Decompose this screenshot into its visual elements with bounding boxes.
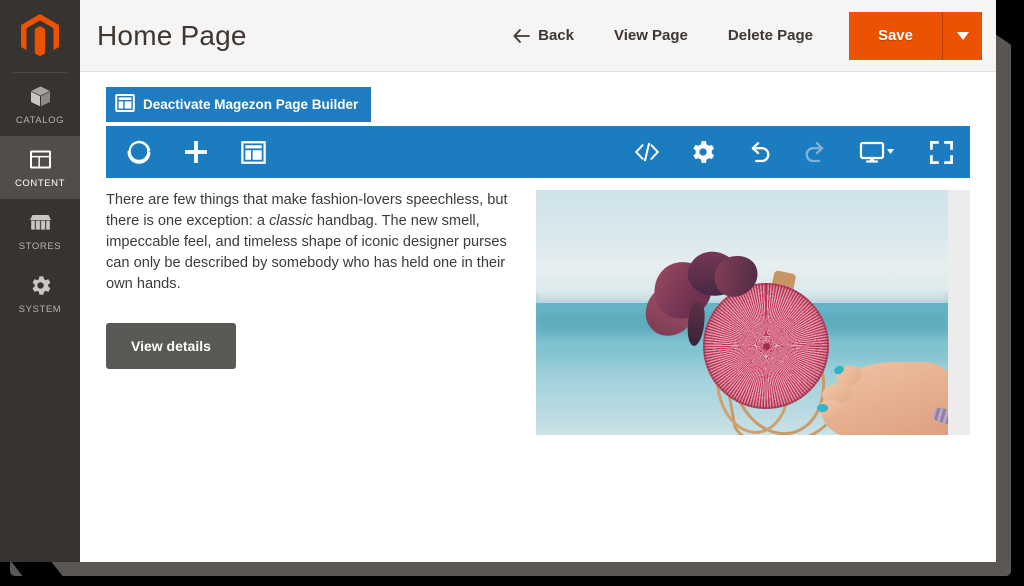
page-header: Home Page Back View Page Delete Page Sav…	[80, 0, 996, 72]
view-page-button[interactable]: View Page	[594, 27, 708, 44]
header-actions: Back View Page Delete Page Save	[493, 0, 996, 71]
sidebar-item-system[interactable]: SYSTEM	[0, 262, 80, 325]
page-title: Home Page	[97, 19, 247, 51]
view-details-label: View details	[131, 338, 211, 354]
back-button-label: Back	[538, 27, 574, 44]
bag-rim	[703, 283, 829, 409]
sidebar-item-content[interactable]: CONTENT	[0, 136, 80, 199]
magezon-logo-icon[interactable]	[124, 137, 154, 167]
admin-sidebar: CATALOG CONTENT STORES SYSTEM	[0, 0, 80, 562]
main-area: Home Page Back View Page Delete Page Sav…	[80, 0, 996, 562]
page-layout-icon	[115, 93, 135, 116]
undo-icon[interactable]	[744, 137, 774, 167]
text-column: There are few things that make fashion-l…	[106, 190, 526, 435]
view-page-label: View Page	[613, 27, 688, 44]
toolbar-left-group	[124, 137, 268, 167]
save-split-button: Save	[848, 11, 982, 60]
gear-icon	[27, 273, 53, 299]
handbag-hero-image[interactable]	[536, 190, 948, 435]
content-body: Deactivate Magezon Page Builder There ar…	[80, 72, 996, 562]
add-element-icon[interactable]	[181, 137, 211, 167]
save-button-label: Save	[877, 27, 913, 44]
delete-page-button[interactable]: Delete Page	[708, 27, 833, 44]
box-icon	[27, 84, 53, 110]
sidebar-item-stores[interactable]: STORES	[0, 199, 80, 262]
body-copy: There are few things that make fashion-l…	[106, 190, 516, 295]
sidebar-item-label: SYSTEM	[18, 303, 62, 315]
deactivate-page-builder-button[interactable]: Deactivate Magezon Page Builder	[106, 87, 372, 122]
sidebar-item-label: CATALOG	[15, 114, 65, 126]
save-dropdown-toggle[interactable]	[942, 11, 982, 60]
redo-icon	[800, 137, 830, 167]
save-button[interactable]: Save	[848, 11, 942, 60]
image-column	[536, 190, 970, 435]
back-button[interactable]: Back	[493, 27, 594, 44]
templates-icon[interactable]	[238, 137, 268, 167]
toolbar-right-group	[632, 137, 956, 167]
fullscreen-icon[interactable]	[926, 137, 956, 167]
storefront-icon	[27, 210, 53, 236]
editor-row: There are few things that make fashion-l…	[106, 190, 970, 435]
window-frame-right-edge	[995, 10, 1011, 576]
sidebar-item-label: CONTENT	[14, 177, 66, 189]
sidebar-item-catalog[interactable]: CATALOG	[0, 73, 80, 136]
page-builder-toolbar	[106, 126, 970, 178]
fingernail	[817, 404, 828, 412]
window-frame-bottom-edge	[10, 560, 1011, 576]
body-copy-italic: classic	[269, 213, 313, 229]
deactivate-page-builder-label: Deactivate Magezon Page Builder	[143, 97, 359, 112]
gear-icon[interactable]	[688, 137, 718, 167]
delete-page-label: Delete Page	[727, 27, 813, 44]
magento-logo-icon	[21, 14, 59, 57]
view-details-button[interactable]: View details	[106, 323, 236, 369]
screenshot-root: CATALOG CONTENT STORES SYSTEM Home Page …	[0, 0, 1024, 586]
caret-down-icon	[956, 31, 969, 40]
sidebar-item-label: STORES	[18, 240, 62, 252]
magento-logo[interactable]	[0, 0, 80, 72]
page-layout-icon	[27, 147, 53, 173]
code-icon[interactable]	[632, 137, 662, 167]
admin-window: CATALOG CONTENT STORES SYSTEM Home Page …	[0, 0, 996, 562]
responsive-view-icon[interactable]	[856, 137, 900, 167]
arrow-left-icon	[513, 28, 531, 43]
